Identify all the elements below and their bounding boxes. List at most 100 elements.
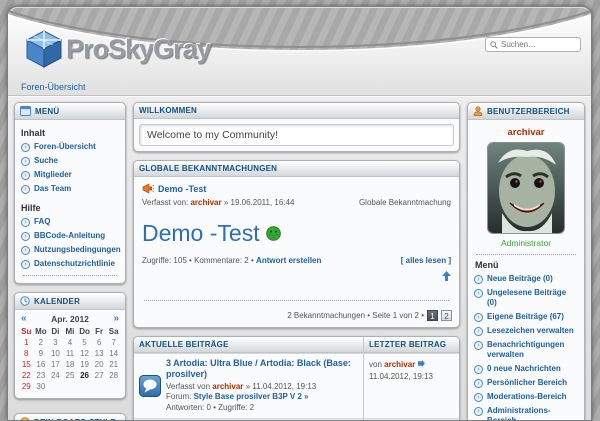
calendar-day[interactable]: 21 [106, 359, 121, 370]
calendar-day[interactable]: 9 [34, 348, 49, 359]
user-menu-item: Administrations-Bereich [474, 406, 578, 421]
calendar-day-header: Sa [106, 326, 121, 337]
announcement-author[interactable]: archivar [190, 198, 221, 207]
sidebar-content-link[interactable]: Foren-Übersicht [34, 142, 96, 152]
sidebar-help-link[interactable]: BBCode-Anleitung [34, 231, 105, 241]
forum-link[interactable]: Style Base prosilver B3P V 2 » [194, 392, 309, 401]
calendar-day[interactable]: 30 [34, 381, 49, 392]
calendar-empty-cell [92, 381, 107, 392]
page-button-2[interactable]: 2 [441, 310, 452, 321]
calendar-day[interactable]: 28 [106, 370, 121, 381]
arrow-circle-icon [474, 393, 483, 402]
calendar-day-header: Di [48, 326, 63, 337]
calendar-day[interactable]: 3 [48, 337, 63, 348]
user-menu-link[interactable]: Lesezeichen verwalten [487, 326, 574, 336]
calendar-day-header: Fr [92, 326, 107, 337]
calendar-day[interactable]: 27 [92, 370, 107, 381]
calendar-day[interactable]: 23 [34, 370, 49, 381]
calendar-day[interactable]: 10 [48, 348, 63, 359]
user-menu-item: Moderations-Bereich [474, 392, 578, 402]
avatar[interactable] [487, 142, 565, 234]
page-button-1[interactable]: 1 [427, 310, 438, 321]
user-menu-link[interactable]: Benachrichtigungen verwalten [487, 340, 578, 360]
sidebar-content-item: Foren-Übersicht [21, 142, 119, 152]
arrow-circle-icon [474, 407, 483, 416]
user-menu-link[interactable]: Moderations-Bereich [487, 392, 567, 402]
user-menu-link[interactable]: Eigene Beiträge (67) [487, 312, 564, 322]
goto-last-post-icon[interactable] [418, 360, 425, 367]
calendar-day[interactable]: 15 [19, 359, 34, 370]
sidebar-content-item: Das Team [21, 184, 119, 194]
calendar-day[interactable]: 11 [63, 348, 78, 359]
help-section-heading: Hilfe [21, 203, 119, 213]
last-post-label: von [369, 360, 382, 369]
divider [476, 254, 576, 255]
topic-forum-line: Forum: Style Base prosilver B3P V 2 » [166, 392, 358, 403]
sidebar-content-link[interactable]: Suche [34, 156, 58, 166]
sidebar-help-link[interactable]: Datenschutzrichtlinie [34, 259, 115, 269]
calendar-day[interactable]: 8 [19, 348, 34, 359]
content-links-list: Foren-Übersicht Suche Mitglieder Das Team [21, 142, 119, 194]
calendar-prev-button[interactable]: « [21, 314, 27, 324]
calendar-day[interactable]: 6 [92, 337, 107, 348]
recent-posts-title: Aktuelle Beiträge [134, 337, 234, 352]
calendar-day[interactable]: 14 [106, 348, 121, 359]
arrow-circle-icon [474, 275, 483, 284]
calendar-day[interactable]: 12 [77, 348, 92, 359]
calendar-day[interactable]: 16 [34, 359, 49, 370]
calendar-day[interactable]: 20 [92, 359, 107, 370]
calendar-day[interactable]: 24 [48, 370, 63, 381]
arrow-circle-icon [474, 365, 483, 374]
sidebar-help-link[interactable]: Nutzungsbedingungen [34, 245, 121, 255]
right-sidebar: Benutzerbereich archivar [467, 102, 585, 420]
page-content: Menü Inhalt Foren-ÜbersichtSucheMitglied… [8, 95, 591, 420]
calendar-day[interactable]: 19 [77, 359, 92, 370]
last-post-cell: von archivar 11.04.2012, 19:13 [363, 354, 459, 418]
calendar-day[interactable]: 26 [77, 370, 92, 381]
announcements-footer-summary: 2 Bekanntmachungen • Seite 1 von 2 • [287, 311, 424, 320]
calendar-day[interactable]: 5 [77, 337, 92, 348]
user-menu-item: 0 neue Nachrichten [474, 364, 578, 374]
welcome-header: Willkommen [134, 103, 459, 119]
calendar-day[interactable]: 1 [19, 337, 34, 348]
calendar-month-label: Apr. 2012 [51, 314, 89, 324]
user-menu-item: Eigene Beiträge (67) [474, 312, 578, 322]
topic-title-link[interactable]: 3 Artodia: Ultra Blue / Artodia: Black (… [166, 358, 358, 381]
site-logo[interactable]: ProSkyGray [24, 28, 211, 70]
top-arrow-icon[interactable] [442, 271, 451, 281]
reply-link[interactable]: Antwort erstellen [256, 256, 321, 265]
sidebar-content-link[interactable]: Das Team [34, 184, 71, 194]
calendar-day[interactable]: 29 [19, 381, 34, 392]
calendar-day[interactable]: 13 [92, 348, 107, 359]
username[interactable]: archivar [474, 127, 578, 138]
sidebar-help-link[interactable]: FAQ [34, 217, 50, 227]
search-input[interactable] [501, 40, 576, 49]
calendar-day[interactable]: 4 [63, 337, 78, 348]
user-menu-link[interactable]: Ungelesene Beiträge (0) [487, 288, 578, 308]
user-icon [473, 106, 483, 116]
calendar-day[interactable]: 22 [19, 370, 34, 381]
search-box[interactable] [485, 37, 581, 52]
announcement-topic-link[interactable]: Demo -Test [158, 184, 206, 194]
calendar-empty-cell [48, 381, 63, 392]
user-menu-link[interactable]: Persönlicher Bereich [487, 378, 567, 388]
read-all-link[interactable]: [ alles lesen ] [401, 256, 451, 265]
calendar-next-button[interactable]: » [113, 314, 119, 324]
arrow-circle-icon [474, 379, 483, 388]
user-menu-link[interactable]: 0 neue Nachrichten [487, 364, 561, 374]
calendar-day[interactable]: 18 [63, 359, 78, 370]
announcements-box: Globale Bekanntmachungen Demo -Test Ver [133, 160, 460, 328]
topic-author[interactable]: archivar [212, 382, 243, 391]
calendar-day[interactable]: 17 [48, 359, 63, 370]
sidebar-content-link[interactable]: Mitglieder [34, 170, 72, 180]
divider [144, 300, 449, 301]
calendar-day[interactable]: 7 [106, 337, 121, 348]
calendar-day[interactable]: 25 [63, 370, 78, 381]
calendar-day[interactable]: 2 [34, 337, 49, 348]
user-menu-link[interactable]: Administrations-Bereich [487, 406, 578, 421]
user-menu-link[interactable]: Neue Beiträge (0) [487, 274, 553, 284]
last-post-date: 11.04.2012, 19:13 [369, 371, 454, 383]
calendar-day-header: Do [77, 326, 92, 337]
breadcrumb-forum-overview[interactable]: Foren-Übersicht [21, 82, 86, 92]
last-post-author[interactable]: archivar [384, 360, 415, 369]
